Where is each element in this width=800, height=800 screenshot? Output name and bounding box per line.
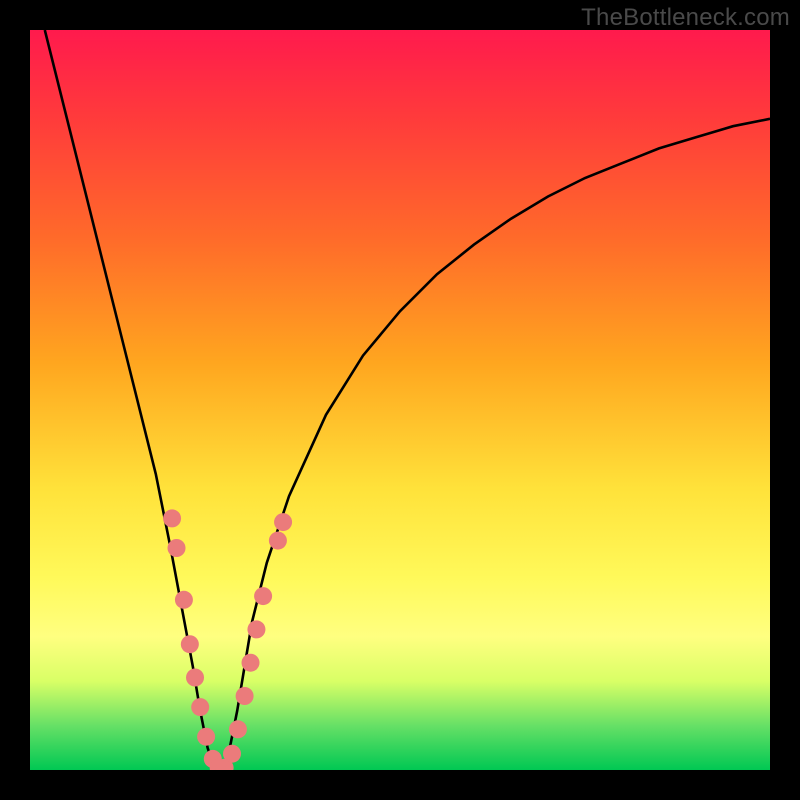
watermark-text: TheBottleneck.com [581, 4, 790, 32]
curve-marker [175, 591, 193, 609]
chart-plot-area [30, 30, 770, 770]
curve-marker [254, 587, 272, 605]
curve-marker [229, 720, 247, 738]
chart-svg [30, 30, 770, 770]
curve-marker [186, 669, 204, 687]
curve-marker [223, 745, 241, 763]
curve-marker [197, 728, 215, 746]
curve-marker [181, 635, 199, 653]
curve-marker [236, 687, 254, 705]
curve-marker [269, 532, 287, 550]
curve-marker [274, 513, 292, 531]
curve-marker [242, 654, 260, 672]
bottleneck-curve [45, 30, 770, 770]
curve-marker [247, 620, 265, 638]
curve-marker [163, 509, 181, 527]
curve-marker [191, 698, 209, 716]
chart-frame: TheBottleneck.com [0, 0, 800, 800]
curve-marker [168, 539, 186, 557]
